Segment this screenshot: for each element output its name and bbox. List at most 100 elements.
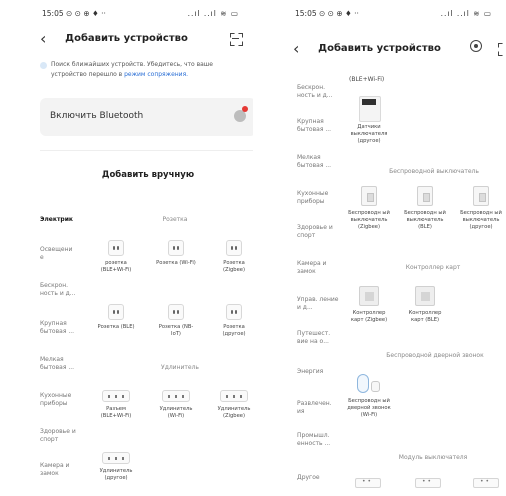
- device-caption: (BLE+Wi-Fi): [349, 76, 385, 83]
- sidebar-item-camera[interactable]: Камера и замок: [297, 260, 339, 276]
- header: ‹ Добавить устройство: [0, 30, 253, 50]
- status-icons: ..ıl ..ıl ≋ ▭: [187, 9, 239, 18]
- device-tile[interactable]: Беспроводн ый дверной звонок (Wi-Fi): [347, 374, 391, 419]
- status-time: 15:05 ⊙ ⊙ ⊕ ♦ ··: [295, 9, 359, 18]
- sidebar-item-energy[interactable]: Энергия: [297, 368, 339, 376]
- status-bar: 15:05 ⊙ ⊙ ⊕ ♦ ·· ..ıl ..ıl ≋ ▭: [253, 9, 506, 21]
- device-label: Розетка (Zigbee): [222, 260, 245, 273]
- sidebar-item-travel[interactable]: Путешест. вие на о...: [297, 330, 339, 346]
- device-tile[interactable]: Беспроводн ый выключатель (другое): [459, 186, 503, 231]
- scene-controller-icon: [415, 286, 435, 306]
- device-label: Беспроводн ый выключатель (другое): [460, 210, 502, 230]
- device-label: Беспроводн ый выключатель (BLE): [404, 210, 446, 230]
- device-tile[interactable]: Удлинитель (Zigbee): [212, 390, 253, 420]
- target-icon[interactable]: [470, 40, 482, 52]
- device-label: Контроллер карт (Zigbee): [350, 310, 388, 323]
- manual-add-title: Добавить вручную: [101, 170, 195, 180]
- sidebar-item-health[interactable]: Здоровье и спорт: [40, 428, 80, 444]
- scan-icon[interactable]: [230, 33, 241, 44]
- left-screen: 15:05 ⊙ ⊙ ⊕ ♦ ·· ..ıl ..ıl ≋ ▭ ‹ Добавит…: [0, 0, 253, 496]
- device-tile[interactable]: Датчики выключателя (другое): [347, 96, 391, 145]
- device-label: Розетка (BLE): [97, 324, 135, 330]
- sidebar-item-small-appliances[interactable]: Мелкая бытовая ...: [297, 154, 339, 170]
- search-indicator-icon: [40, 62, 47, 69]
- device-tile[interactable]: Розетка (Zigbee): [212, 240, 253, 274]
- right-screen: 15:05 ⊙ ⊙ ⊕ ♦ ·· ..ıl ..ıl ≋ ▭ ‹ Добавит…: [253, 0, 506, 496]
- section-scene-controller: Контроллер карт: [405, 264, 461, 271]
- sidebar-item-camera[interactable]: Камера и замок: [40, 462, 80, 478]
- status-bar: 15:05 ⊙ ⊙ ⊕ ♦ ·· ..ıl ..ıl ≋ ▭: [0, 9, 253, 21]
- device-tile[interactable]: Контроллер карт (BLE): [403, 286, 447, 324]
- switch-module-icon[interactable]: [473, 478, 499, 488]
- scene-controller-icon: [359, 286, 379, 306]
- sidebar-item-large-appliances[interactable]: Крупная бытовая ...: [40, 320, 80, 336]
- switch-module-icon[interactable]: [415, 478, 441, 488]
- device-label: Удлинитель (другое): [99, 468, 133, 481]
- section-extender: Удлинитель: [161, 364, 199, 371]
- section-wireless-switch: Беспроводной выключатель: [389, 168, 479, 175]
- device-tile[interactable]: Розетка (NB-IoT): [154, 304, 198, 338]
- device-label: Контроллер карт (BLE): [408, 310, 442, 323]
- section-doorbell: Беспроводной дверной звонок: [386, 352, 484, 359]
- socket-icon: [168, 240, 184, 256]
- device-label: Беспроводн ый выключатель (Zigbee): [348, 210, 390, 230]
- power-strip-icon: [102, 452, 130, 464]
- sidebar-item-kitchen[interactable]: Кухонные приборы: [40, 392, 80, 408]
- device-label: Розетка (Wi-Fi): [156, 260, 196, 266]
- sidebar-item-security[interactable]: Бескрон. ность и д...: [297, 84, 339, 100]
- sidebar-item-security[interactable]: Бескрон. ность и д...: [40, 282, 80, 298]
- device-label: Удлинитель (Zigbee): [217, 406, 251, 419]
- power-strip-icon: [162, 390, 190, 402]
- socket-icon: [226, 304, 242, 320]
- pairing-mode-link[interactable]: режим сопряжения.: [124, 71, 188, 78]
- hub-icon: [357, 96, 381, 122]
- switch-module-icon[interactable]: [355, 478, 381, 488]
- device-tile[interactable]: Удлинитель (другое): [94, 452, 138, 482]
- wireless-switch-icon: [361, 186, 377, 206]
- device-label: Розетка (другое): [222, 324, 246, 337]
- device-label: Удлинитель (Wi-Fi): [159, 406, 193, 419]
- socket-icon: [108, 304, 124, 320]
- alert-badge: [242, 106, 248, 112]
- header: ‹ Добавить устройство: [253, 40, 506, 60]
- device-tile[interactable]: Разъем (BLE+Wi-Fi): [94, 390, 138, 420]
- sidebar-item-industrial[interactable]: Промышл. енность ...: [297, 432, 339, 448]
- socket-icon: [226, 240, 242, 256]
- device-tile[interactable]: Розетка (BLE): [94, 304, 138, 331]
- sidebar-item-small-appliances[interactable]: Мелкая бытовая ...: [40, 356, 80, 372]
- doorbell-icon: [357, 374, 381, 394]
- socket-icon: [168, 304, 184, 320]
- device-tile[interactable]: Розетка (Wi-Fi): [154, 240, 198, 267]
- device-tile[interactable]: Контроллер карт (Zigbee): [347, 286, 391, 324]
- device-tile[interactable]: Розетка (другое): [212, 304, 253, 338]
- bluetooth-card[interactable]: Включить Bluetooth: [40, 98, 253, 136]
- device-tile[interactable]: Удлинитель (Wi-Fi): [154, 390, 198, 420]
- section-switch-module: Модуль выключателя: [398, 454, 468, 461]
- device-label: Розетка (NB-IoT): [158, 324, 194, 337]
- sidebar-item-health[interactable]: Здоровье и спорт: [297, 224, 339, 240]
- sidebar-item-electric[interactable]: Электрик: [40, 216, 80, 224]
- status-icons: ..ıl ..ıl ≋ ▭: [440, 9, 492, 18]
- bluetooth-label: Включить Bluetooth: [50, 111, 144, 121]
- sidebar-item-other[interactable]: Другое: [297, 474, 339, 482]
- wireless-switch-icon: [473, 186, 489, 206]
- sidebar-item-lighting[interactable]: Освещени е: [40, 246, 76, 262]
- device-tile[interactable]: Беспроводн ый выключатель (BLE): [403, 186, 447, 231]
- wireless-switch-icon: [417, 186, 433, 206]
- power-strip-icon: [220, 390, 248, 402]
- device-label: Разъем (BLE+Wi-Fi): [100, 406, 132, 419]
- sidebar-item-entertainment[interactable]: Развлечен. ия: [297, 400, 339, 416]
- sidebar-item-large-appliances[interactable]: Крупная бытовая ...: [297, 118, 339, 134]
- device-label: розетка (BLE+Wi-Fi): [100, 260, 132, 273]
- page-title: Добавить устройство: [65, 33, 188, 44]
- socket-icon: [108, 240, 124, 256]
- device-tile[interactable]: Беспроводн ый выключатель (Zigbee): [347, 186, 391, 231]
- status-time: 15:05 ⊙ ⊙ ⊕ ♦ ··: [42, 9, 106, 18]
- divider: [40, 150, 253, 151]
- section-socket: Розетка: [162, 216, 188, 223]
- sidebar-item-control[interactable]: Управ. ление и д...: [297, 296, 339, 312]
- device-label: Беспроводн ый дверной звонок (Wi-Fi): [347, 398, 391, 418]
- device-label: Датчики выключателя (другое): [350, 124, 388, 144]
- device-tile[interactable]: розетка (BLE+Wi-Fi): [94, 240, 138, 274]
- sidebar-item-kitchen[interactable]: Кухонные приборы: [297, 190, 339, 206]
